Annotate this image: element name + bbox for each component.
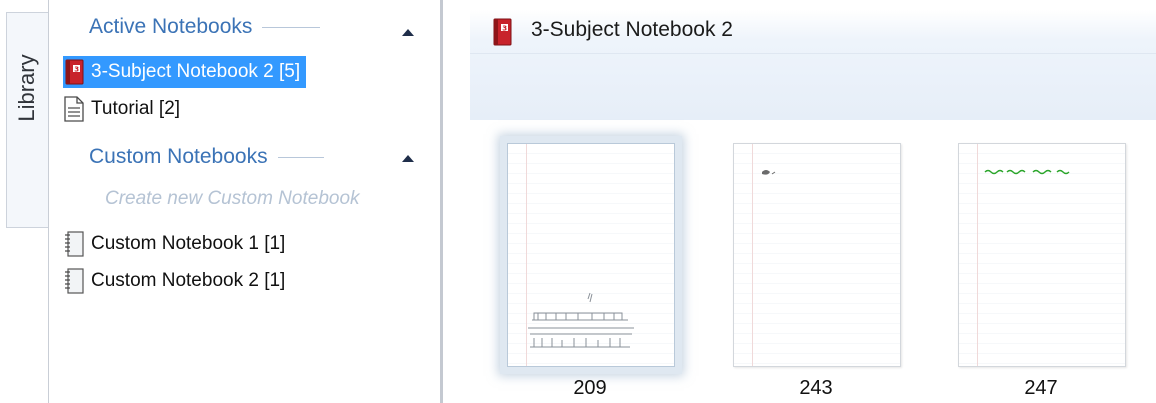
notebook-item-label: Custom Notebook 1 [1] xyxy=(91,233,286,254)
library-strip: Library xyxy=(0,0,49,403)
page-number: 247 xyxy=(1024,377,1058,399)
red-notebook-icon: 3 xyxy=(493,18,512,46)
create-custom-notebook-link[interactable]: Create new Custom Notebook xyxy=(105,188,360,210)
notebook-item-label: Tutorial [2] xyxy=(91,98,181,119)
active-notebooks-title: Active Notebooks xyxy=(89,15,253,38)
custom-notebooks-heading[interactable]: Custom Notebooks xyxy=(89,145,324,169)
header-separator xyxy=(470,53,1156,54)
page-sketch xyxy=(984,169,1070,175)
page-thumbnail-243[interactable] xyxy=(733,143,901,367)
notebook-item-label: Custom Notebook 2 [1] xyxy=(91,270,286,291)
notebook-pages-view: 3 3-Subject Notebook 2 209 243 247 xyxy=(443,0,1156,403)
spiral-notebook-icon xyxy=(65,231,84,257)
library-tab-label: Library xyxy=(14,54,39,122)
custom-notebooks-title: Custom Notebooks xyxy=(89,145,268,168)
library-tab[interactable]: Library xyxy=(6,12,48,228)
notebook-item-custom-notebook-1[interactable]: Custom Notebook 1 [1] xyxy=(63,228,285,260)
page-number: 209 xyxy=(573,377,607,399)
svg-text:3: 3 xyxy=(502,24,507,32)
spiral-notebook-icon xyxy=(65,268,84,294)
notebook-item-3-subject-notebook-2[interactable]: 3 3-Subject Notebook 2 [5] xyxy=(63,56,307,88)
notebook-title: 3-Subject Notebook 2 xyxy=(531,18,733,41)
page-thumbnail-247[interactable] xyxy=(958,143,1126,367)
page-sketch xyxy=(528,292,634,348)
collapse-custom-chevron-icon[interactable] xyxy=(402,155,414,162)
notebook-item-tutorial[interactable]: Tutorial [2] xyxy=(63,93,180,125)
page-sketch xyxy=(762,170,776,175)
document-icon xyxy=(64,96,84,122)
notebook-item-label: 3-Subject Notebook 2 [5] xyxy=(91,61,301,82)
active-notebooks-heading[interactable]: Active Notebooks xyxy=(89,15,321,39)
heading-rule xyxy=(277,156,324,158)
page-thumbnail-209[interactable] xyxy=(507,143,675,367)
page-number: 243 xyxy=(799,377,833,399)
svg-text:3: 3 xyxy=(74,65,79,73)
red-notebook-icon: 3 xyxy=(65,59,84,85)
heading-rule xyxy=(262,26,321,28)
collapse-active-chevron-icon[interactable] xyxy=(402,29,414,36)
notebook-item-custom-notebook-2[interactable]: Custom Notebook 2 [1] xyxy=(63,265,285,297)
notebook-navigation-panel: Active Notebooks 3 3-Subject Notebook 2 … xyxy=(49,0,439,403)
